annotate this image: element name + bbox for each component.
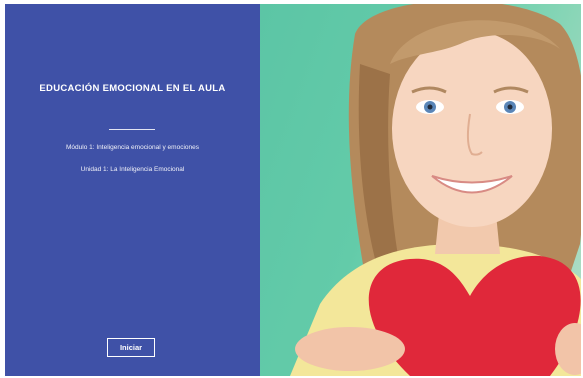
- hero-image: [260, 4, 581, 376]
- title-divider: [109, 129, 155, 130]
- start-button[interactable]: Iniciar: [107, 338, 155, 357]
- unit-label: Unidad 1: La Inteligencia Emocional: [80, 166, 185, 173]
- module-label: Módulo 1: Inteligencia emocional y emoci…: [66, 144, 199, 151]
- intro-screen: EDUCACIÓN EMOCIONAL EN EL AULA Módulo 1:…: [5, 4, 581, 376]
- girl-with-heart-illustration: [290, 4, 581, 376]
- course-info-panel: EDUCACIÓN EMOCIONAL EN EL AULA Módulo 1:…: [5, 4, 260, 376]
- course-title: EDUCACIÓN EMOCIONAL EN EL AULA: [39, 83, 226, 94]
